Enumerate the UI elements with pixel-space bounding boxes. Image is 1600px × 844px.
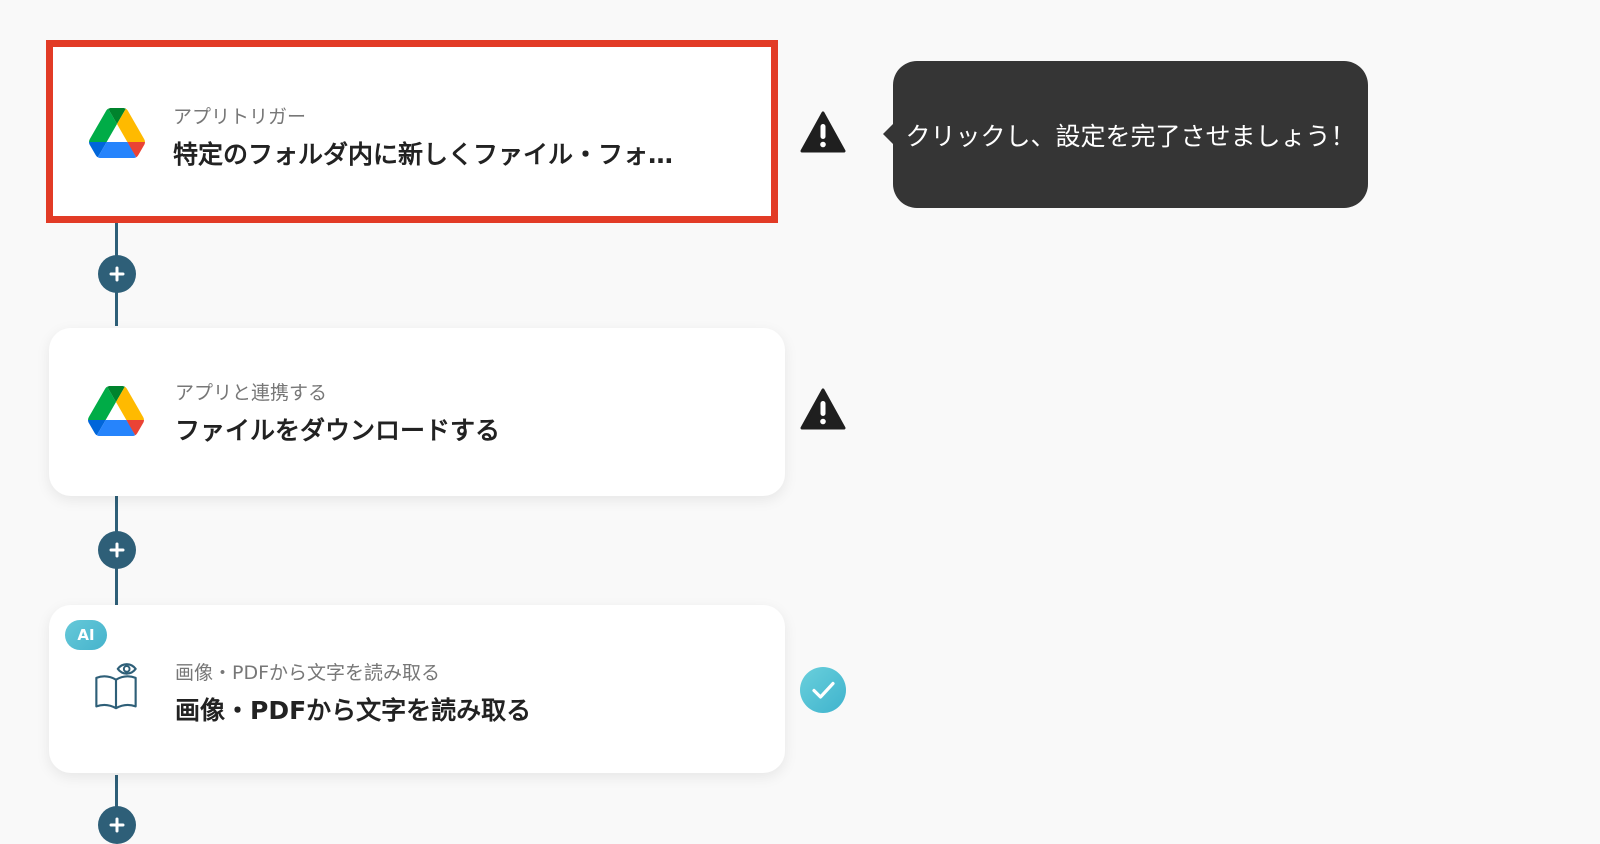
step-title: 画像・PDFから文字を読み取る [175,696,532,725]
warning-icon [800,111,846,153]
step-subtitle: 画像・PDFから文字を読み取る [175,662,441,684]
check-icon [800,667,846,713]
add-step-button[interactable] [98,531,136,569]
step-status [799,108,847,156]
plus-icon [109,542,125,558]
book-eye-icon [95,663,137,710]
tooltip-text: クリックし、設定を完了させましょう！ [905,121,1356,151]
step-status [799,666,847,714]
ai-badge: AI [65,620,107,650]
google-drive-icon [88,386,144,436]
flow-step-download[interactable]: アプリと連携する ファイルをダウンロードする [49,328,785,496]
google-drive-icon [89,108,145,158]
step-status [799,385,847,433]
plus-icon [109,266,125,282]
step-title: ファイルをダウンロードする [175,416,501,445]
warning-icon [800,388,846,430]
add-step-button[interactable] [98,255,136,293]
add-step-button[interactable] [98,806,136,844]
flow-step-ocr[interactable]: 画像・PDFから文字を読み取る 画像・PDFから文字を読み取る [49,605,785,773]
tooltip: クリックし、設定を完了させましょう！ [883,61,1368,208]
step-subtitle: アプリトリガー [173,106,307,128]
step-title: 特定のフォルダ内に新しくファイル・フォ… [173,140,674,169]
plus-icon [109,817,125,833]
step-subtitle: アプリと連携する [175,382,328,404]
flow-step-trigger[interactable]: アプリトリガー 特定のフォルダ内に新しくファイル・フォ… [46,40,778,223]
